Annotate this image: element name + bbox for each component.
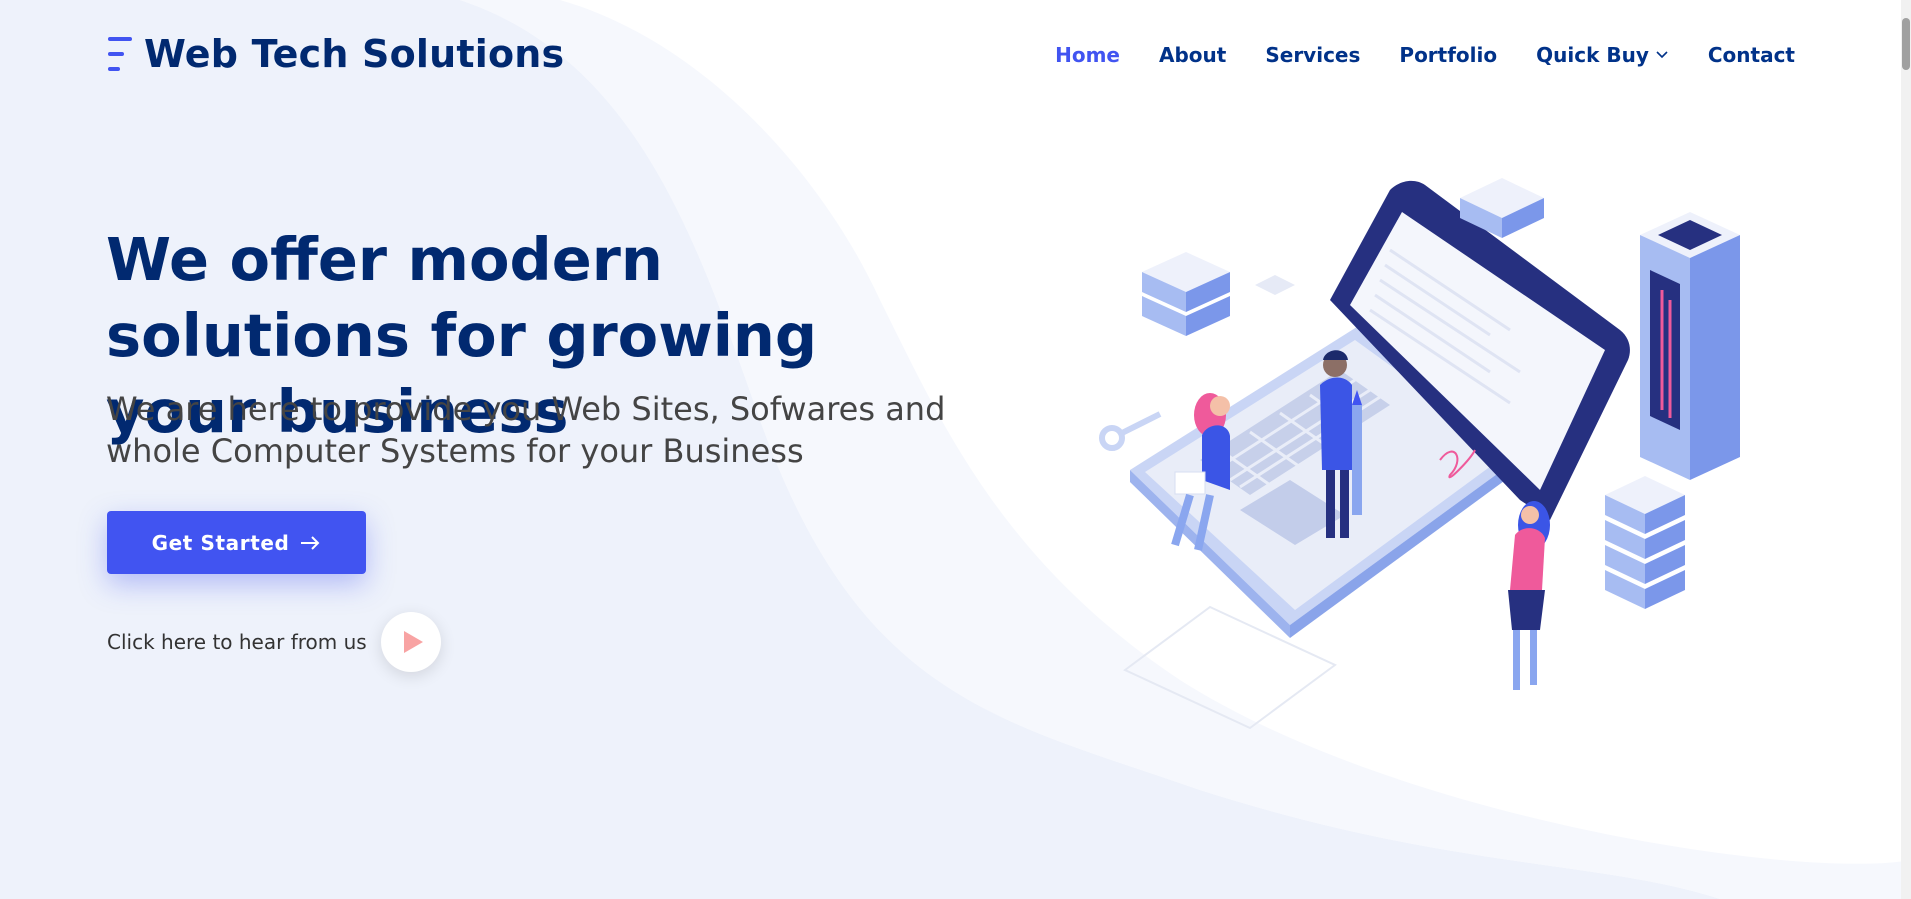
arrow-right-icon xyxy=(301,535,320,550)
nav-quick-buy[interactable]: Quick Buy xyxy=(1536,43,1669,67)
nav-services[interactable]: Services xyxy=(1265,43,1360,67)
hear-from-us-text: Click here to hear from us xyxy=(107,630,367,654)
nav-home[interactable]: Home xyxy=(1055,43,1120,67)
get-started-button[interactable]: Get Started xyxy=(107,511,366,574)
scrollbar-thumb[interactable] xyxy=(1902,18,1910,70)
page-scrollbar[interactable] xyxy=(1901,0,1911,899)
site-header: Web Tech Solutions Home About Services P… xyxy=(0,0,1911,108)
get-started-label: Get Started xyxy=(151,530,290,555)
nav-contact[interactable]: Contact xyxy=(1708,43,1795,67)
hero-illustration xyxy=(1099,178,1740,730)
brand-logo[interactable]: Web Tech Solutions xyxy=(106,32,564,76)
play-video-button[interactable] xyxy=(380,612,441,672)
main-nav: Home About Services Portfolio Quick Buy … xyxy=(1016,40,1795,70)
nav-quick-buy-label: Quick Buy xyxy=(1536,43,1649,67)
chevron-down-icon xyxy=(1656,51,1668,59)
logo-bars-icon xyxy=(108,37,132,71)
play-icon xyxy=(403,631,423,653)
brand-name: Web Tech Solutions xyxy=(144,32,565,76)
hear-from-us: Click here to hear from us xyxy=(107,612,441,672)
nav-about[interactable]: About xyxy=(1159,43,1226,67)
hero-subtitle: We are here to provide you Web Sites, So… xyxy=(106,390,946,470)
nav-portfolio[interactable]: Portfolio xyxy=(1399,43,1497,67)
